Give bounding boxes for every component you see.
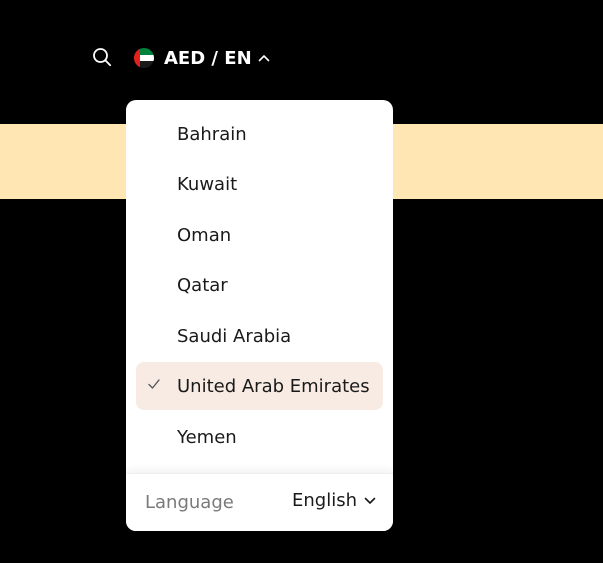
country-label: Yemen xyxy=(177,426,237,448)
language-bar: Language English xyxy=(126,473,393,531)
country-option-united-arab-emirates[interactable]: United Arab Emirates xyxy=(136,362,383,410)
currency-language-selector[interactable]: AED / EN xyxy=(134,44,270,72)
country-option-qatar[interactable]: Qatar xyxy=(136,261,383,309)
country-label: United Arab Emirates xyxy=(177,375,370,397)
country-label: Saudi Arabia xyxy=(177,325,292,347)
check-icon xyxy=(148,379,160,389)
country-label: Qatar xyxy=(177,274,228,296)
country-option-oman[interactable]: Oman xyxy=(136,211,383,259)
uae-flag-icon xyxy=(134,48,154,68)
currency-language-label: AED / EN xyxy=(164,47,252,69)
site-header: AED / EN xyxy=(0,0,603,100)
language-select[interactable]: English xyxy=(292,490,376,511)
language-label: Language xyxy=(145,492,234,513)
search-button[interactable] xyxy=(91,46,113,68)
country-option-bahrain[interactable]: Bahrain xyxy=(136,110,383,158)
chevron-down-icon xyxy=(364,497,376,505)
country-option-yemen[interactable]: Yemen xyxy=(136,413,383,461)
country-dropdown: Bahrain Kuwait Oman Qatar Saudi Arabia U… xyxy=(126,100,393,531)
country-label: Kuwait xyxy=(177,173,238,195)
search-icon xyxy=(93,48,112,67)
country-label: Bahrain xyxy=(177,123,247,145)
language-value: English xyxy=(292,490,357,511)
country-label: Oman xyxy=(177,224,232,246)
country-option-kuwait[interactable]: Kuwait xyxy=(136,160,383,208)
chevron-up-icon xyxy=(258,54,270,62)
country-option-saudi-arabia[interactable]: Saudi Arabia xyxy=(136,312,383,360)
